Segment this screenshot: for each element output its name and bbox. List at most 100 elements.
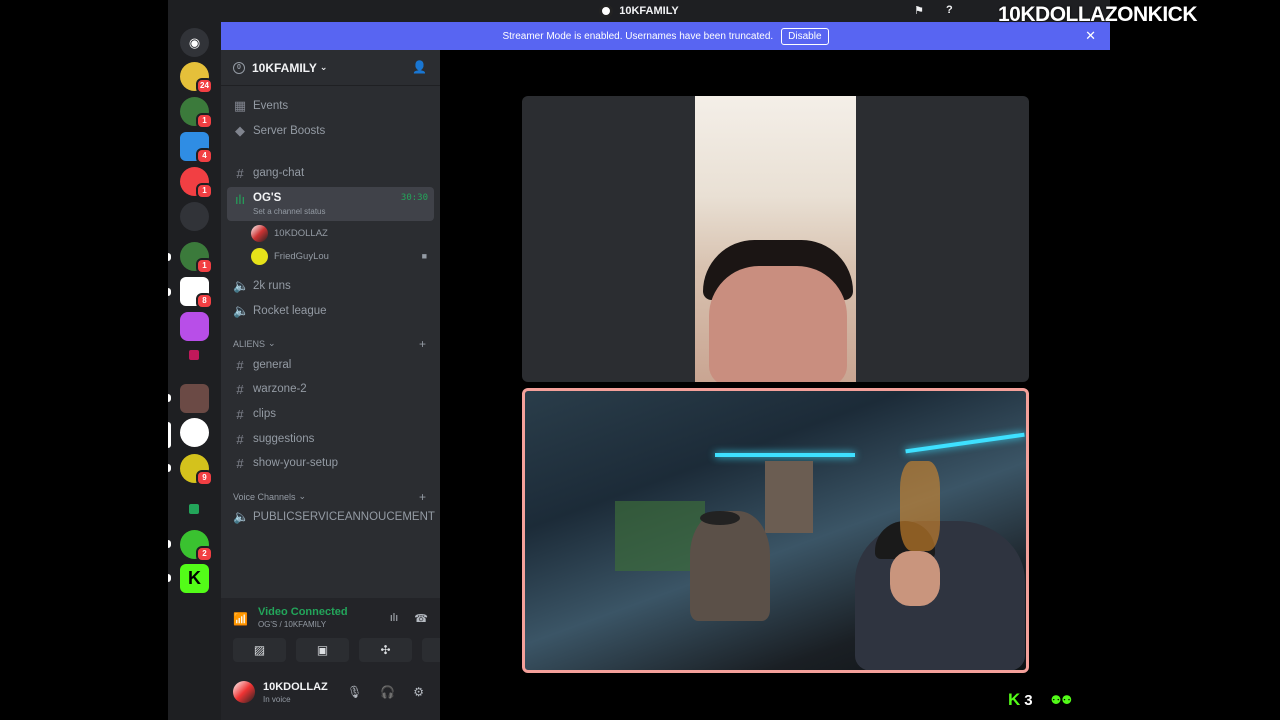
activities-icon: ✣ [380,643,391,657]
category-label: Voice Channels [233,491,296,502]
add-channel-icon[interactable]: + [419,337,426,351]
video-tile-speaking[interactable] [522,388,1029,673]
kick-logo-icon: K [1008,690,1021,709]
folder-icon[interactable] [180,202,209,231]
kick-viewer-counter: K 3 ⚉⚉ [1008,690,1072,710]
voice-user[interactable]: FriedGuyLou ■ [251,246,431,266]
activities-button[interactable]: ✣ [359,638,412,662]
channel-suggestions[interactable]: # suggestions [227,428,434,450]
screen-share-button[interactable]: ▣ [296,638,349,662]
video-tile[interactable] [522,96,1029,382]
category-voice-channels[interactable]: Voice Channels ⌄ + [233,490,426,504]
chevron-down-icon: ⌄ [298,491,307,501]
channel-clips[interactable]: # clips [227,403,434,425]
voice-status-subtitle[interactable]: OG'S / 10KFAMILY [258,620,348,629]
discord-home-icon[interactable]: ◉ [180,28,209,57]
avatar [251,224,268,242]
channel-name: gang-chat [253,167,305,179]
viewers-icon: ⚉⚉ [1050,693,1073,707]
voice-channel[interactable]: 🔈 PUBLICSERVICEANNOUCEMENT [227,506,435,528]
boost-level-badge: 0 [233,61,245,74]
voice-status-title[interactable]: Video Connected [258,606,348,618]
category-aliens[interactable]: ALIENS ⌄ + [233,337,426,351]
gear-icon[interactable]: ⚙ [413,685,424,699]
folder-icon[interactable] [189,350,199,360]
window-title: 10KFAMILY [619,5,679,17]
text-channel-icon: # [236,431,244,447]
voice-connection-panel: 📶 Video Connected OG'S / 10KFAMILY ılı ☎… [221,598,475,670]
mention-badge: 1 [196,113,213,129]
help-icon[interactable]: ? [946,4,960,18]
signal-icon[interactable]: 📶 [233,612,248,629]
channel-show-your-setup[interactable]: # show-your-setup [227,452,434,474]
events-label: Events [253,100,289,112]
folder-icon[interactable] [189,504,199,514]
channel-status[interactable]: Set a channel status [253,207,326,216]
category-label: ALIENS [233,338,266,349]
voice-channel[interactable]: 🔈 Rocket league [227,300,434,322]
guild-icon[interactable] [180,384,209,413]
channel-name: show-your-setup [253,457,339,469]
guild-icon[interactable] [180,312,209,341]
close-icon[interactable]: ✕ [1085,28,1096,44]
user-panel: 10KDOLLAZ In voice 🎙 🎧 ⚙ [221,670,440,720]
text-channel-icon: # [236,406,244,422]
invite-people-icon[interactable]: 👤 [412,60,427,74]
guild-icon[interactable]: 4 [180,132,213,164]
mention-badge: 9 [196,470,213,486]
channel-name: clips [253,408,277,420]
camera-feed [695,96,856,382]
guild-icon[interactable]: 2 [180,530,213,562]
user-name[interactable]: 10KDOLLAZ [263,681,328,693]
channel-warzone-2[interactable]: # warzone-2 [227,378,434,400]
speaker-icon: 🔈 [233,303,250,318]
user-status: In voice [263,695,291,704]
add-channel-icon[interactable]: + [419,490,426,504]
microphone-icon[interactable]: 🎙 [347,685,362,699]
events-item[interactable]: ▦ Events [227,95,434,117]
server-header[interactable]: 0 10KFAMILY ⌄ 👤 [221,50,440,86]
text-channel-icon: # [236,357,244,373]
guild-icon[interactable]: 1 [180,242,213,274]
speaker-icon: 🔈 [233,509,250,524]
mention-badge: 1 [196,258,213,274]
voice-timer: 30:30 [400,193,428,203]
inbox-icon[interactable]: ⚑ [914,4,928,18]
current-server-icon[interactable] [180,418,209,447]
text-channel-icon: # [236,455,244,471]
video-stage [440,50,1110,720]
disable-button[interactable]: Disable [781,27,829,45]
text-channel-icon: # [236,381,244,397]
camera-icon: ■ [421,251,427,261]
mention-badge: 8 [196,293,213,309]
channel-sidebar: 0 10KFAMILY ⌄ 👤 ▦ Events ◆ Server Boosts… [221,50,475,720]
app-logo-icon [599,4,614,18]
disconnect-icon[interactable]: ☎ [414,612,428,625]
mention-badge: 24 [196,78,213,94]
channel-name: Rocket league [253,305,327,317]
channel-name: general [253,359,292,371]
avatar [251,247,268,265]
guild-icon[interactable]: 9 [180,454,213,486]
noise-suppression-icon[interactable]: ılı [390,612,399,625]
server-boosts-item[interactable]: ◆ Server Boosts [227,120,434,142]
avatar[interactable] [233,681,255,703]
guild-icon[interactable]: 1 [180,167,213,199]
guild-icon[interactable]: 8 [180,277,213,309]
voice-channel[interactable]: 🔈 2k runs [227,275,434,297]
screen-share-icon: ▣ [316,643,329,657]
mention-badge: 1 [196,183,213,199]
voice-channel-ogs[interactable]: ılı OG'S 30:30 Set a channel status [227,187,434,221]
headphones-icon[interactable]: 🎧 [380,685,395,699]
voice-user-name: 10KDOLLAZ [274,227,328,239]
channel-name: 2k runs [253,280,291,292]
server-boosts-label: Server Boosts [253,125,326,137]
kick-logo-icon[interactable]: K [180,564,209,593]
voice-activity-icon: ılı [234,192,246,207]
channel-general[interactable]: # general [227,354,434,376]
channel-gang-chat[interactable]: # gang-chat [227,162,434,184]
guild-icon[interactable]: 1 [180,97,213,129]
guild-icon[interactable]: 24 [180,62,213,94]
camera-toggle-button[interactable]: ▨ [233,638,286,662]
voice-user[interactable]: 10KDOLLAZ [251,223,431,243]
